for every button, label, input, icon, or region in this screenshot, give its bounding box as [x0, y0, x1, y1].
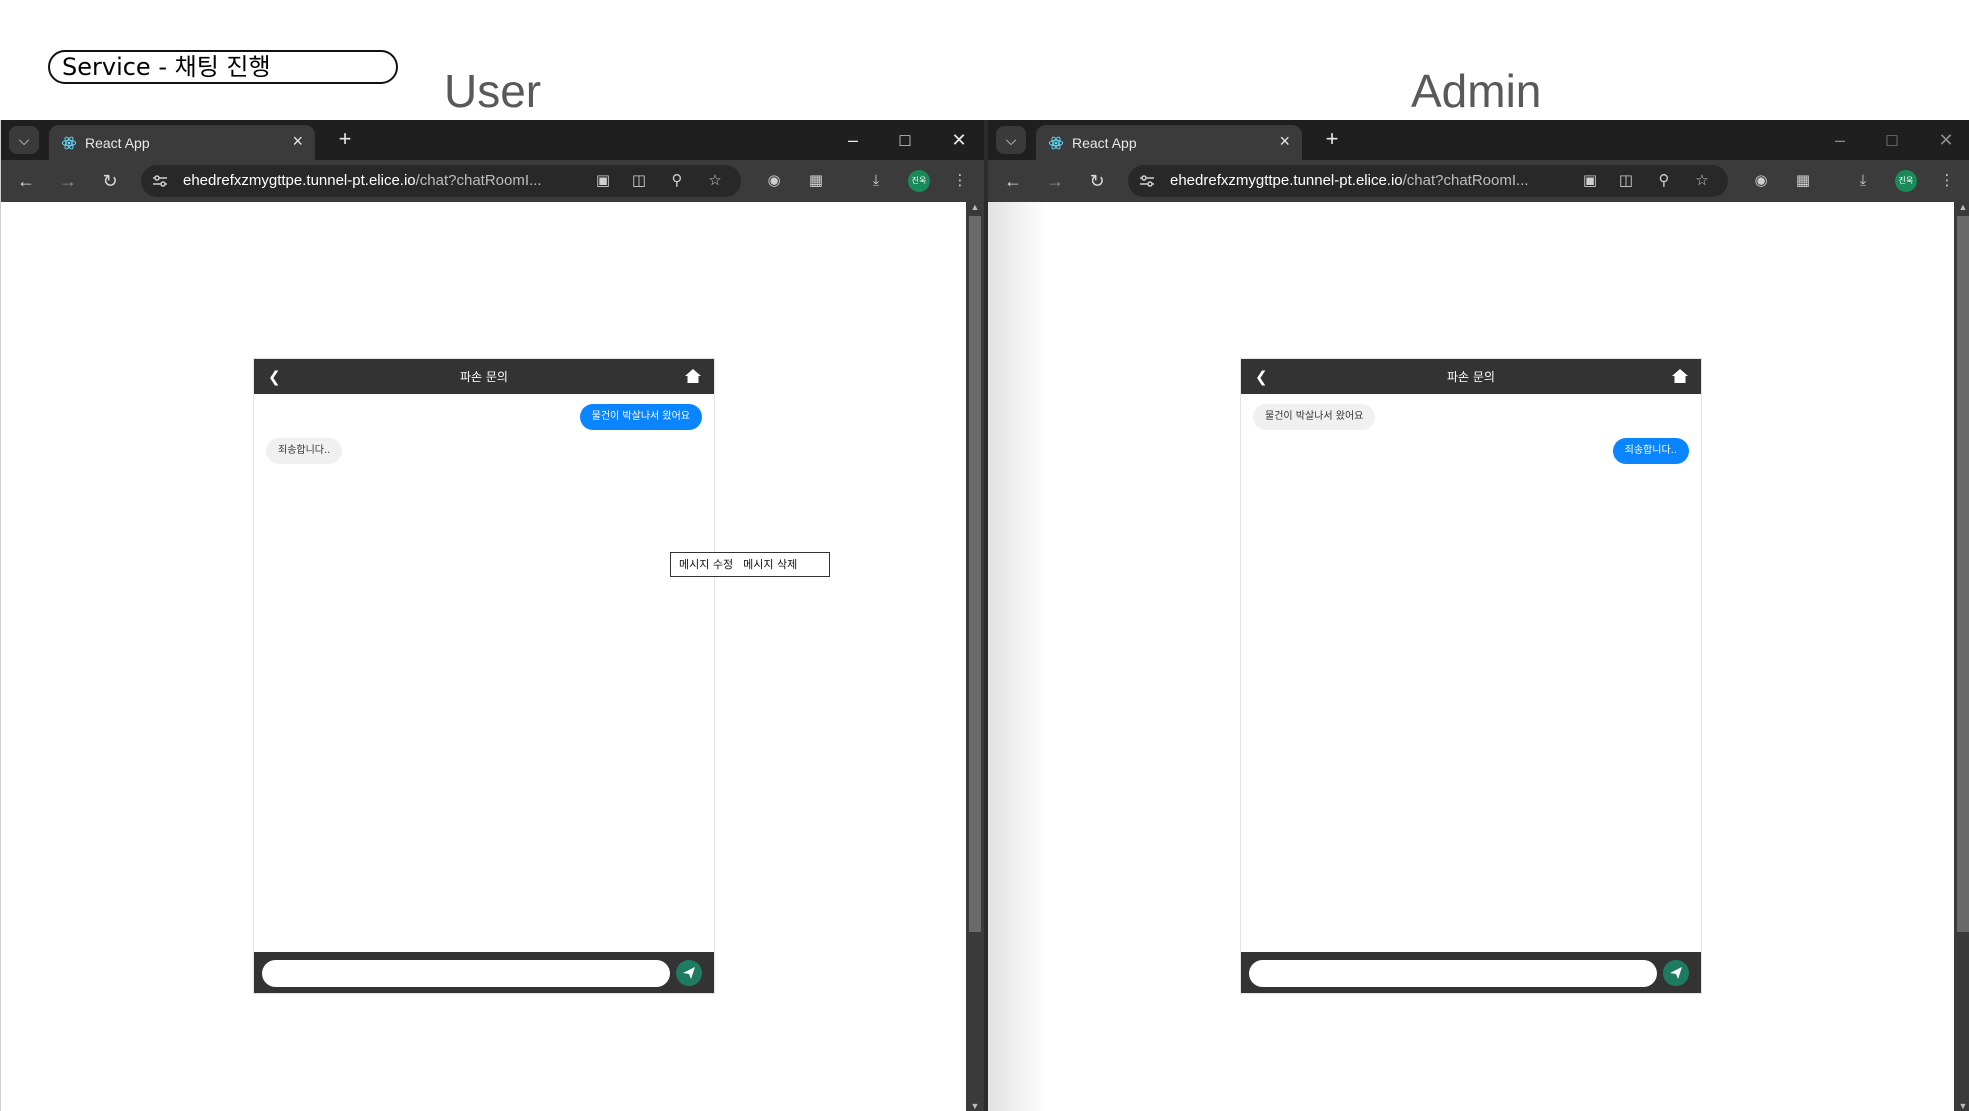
reload-icon[interactable]: ↻ — [97, 168, 123, 194]
chat-header: ❮ 파손 문의 — [254, 359, 714, 394]
extension-globe-icon[interactable]: ◉ — [1748, 169, 1774, 193]
service-label: Service - 채팅 진행 — [48, 50, 398, 84]
browser-toolbar: ← → ↻ ehedrefxzmygttpe.tunnel-pt.elice.i… — [1, 160, 984, 202]
maximize-icon[interactable]: □ — [1870, 126, 1914, 154]
tab-strip: ⌵ React App × + – □ ✕ — [988, 120, 1969, 160]
tab-search-dropdown-icon[interactable]: ⌵ — [996, 126, 1026, 154]
chat-message[interactable]: 죄송합니다.. — [1612, 438, 1689, 464]
browser-menu-icon[interactable]: ⋮ — [1934, 169, 1960, 193]
scroll-down-icon[interactable]: ▼ — [1954, 1101, 1969, 1111]
home-icon[interactable] — [684, 367, 702, 385]
extensions-puzzle-icon[interactable]: ▦ — [1790, 169, 1816, 193]
home-icon[interactable] — [1671, 367, 1689, 385]
scroll-down-icon[interactable]: ▼ — [966, 1101, 984, 1111]
scroll-up-icon[interactable]: ▲ — [966, 202, 984, 212]
scroll-thumb[interactable] — [969, 216, 981, 932]
chat-header: ❮ 파손 문의 — [1241, 359, 1701, 394]
page-scrollbar[interactable]: ▲ ▼ — [966, 202, 984, 1111]
close-tab-icon[interactable]: × — [292, 131, 303, 152]
minimize-icon[interactable]: – — [831, 126, 875, 154]
chat-room: ❮ 파손 문의 물건이 박살나서 왔어요 죄송합니다.. — [253, 358, 715, 994]
url-path: /chat?chatRoomI... — [415, 172, 542, 189]
downloads-icon[interactable]: ⤓ — [863, 169, 889, 193]
scroll-thumb[interactable] — [1957, 216, 1969, 932]
browser-tab[interactable]: React App × — [1036, 125, 1302, 160]
send-icon[interactable] — [1663, 960, 1689, 986]
react-logo-icon — [61, 136, 77, 150]
user-column-title: User — [444, 65, 542, 117]
reload-icon[interactable]: ↻ — [1084, 168, 1110, 194]
install-app-icon[interactable]: ▣ — [591, 170, 615, 192]
chat-message[interactable]: 물건이 박살나서 왔어요 — [579, 404, 702, 430]
forward-arrow-icon[interactable]: → — [55, 168, 81, 194]
window-shadow — [988, 202, 1048, 1111]
extension-globe-icon[interactable]: ◉ — [761, 169, 787, 193]
browser-tab[interactable]: React App × — [49, 125, 315, 160]
close-window-icon[interactable]: ✕ — [937, 126, 981, 154]
minimize-icon[interactable]: – — [1818, 126, 1862, 154]
react-logo-icon — [1048, 136, 1064, 150]
scroll-up-icon[interactable]: ▲ — [1954, 202, 1969, 212]
site-settings-icon[interactable] — [151, 172, 169, 190]
profile-avatar[interactable]: 진욱 — [1895, 170, 1917, 192]
new-tab-icon[interactable]: + — [331, 126, 359, 152]
new-tab-icon[interactable]: + — [1318, 126, 1346, 152]
zoom-icon[interactable]: ⚲ — [665, 170, 689, 192]
bookmark-star-icon[interactable]: ☆ — [703, 170, 727, 192]
chat-title: 파손 문의 — [1447, 370, 1495, 384]
profile-avatar[interactable]: 진욱 — [908, 170, 930, 192]
message-composer — [1241, 952, 1701, 993]
url-text: ehedrefxzmygttpe.tunnel-pt.elice.io/chat… — [183, 172, 542, 189]
user-browser-window: ⌵ React App × + – □ ✕ ← → ↻ ehedrefxzmyg… — [0, 120, 984, 1111]
tab-strip: ⌵ React App × + – □ ✕ — [1, 120, 984, 160]
page-scrollbar[interactable]: ▲ ▼ — [1954, 202, 1969, 1111]
browser-menu-icon[interactable]: ⋮ — [947, 169, 973, 193]
message-composer — [254, 952, 714, 993]
url-host: ehedrefxzmygttpe.tunnel-pt.elice.io — [183, 172, 416, 189]
chat-message[interactable]: 죄송합니다.. — [266, 438, 343, 464]
tab-title: React App — [1072, 135, 1137, 151]
extensions-puzzle-icon[interactable]: ▦ — [803, 169, 829, 193]
url-text: ehedrefxzmygttpe.tunnel-pt.elice.io/chat… — [1170, 172, 1529, 189]
message-input[interactable] — [1249, 960, 1657, 987]
back-arrow-icon[interactable]: ← — [13, 168, 39, 194]
stage: Service - 채팅 진행 User Admin ⌵ React App ×… — [0, 0, 1969, 1111]
back-arrow-icon[interactable]: ← — [1000, 168, 1026, 194]
close-tab-icon[interactable]: × — [1279, 131, 1290, 152]
message-context-menu: 메시지 수정 메시지 삭제 — [670, 552, 830, 577]
site-settings-icon[interactable] — [1138, 172, 1156, 190]
bookmark-star-icon[interactable]: ☆ — [1690, 170, 1714, 192]
translate-icon[interactable]: ◫ — [627, 170, 651, 192]
close-window-icon[interactable]: ✕ — [1924, 126, 1968, 154]
translate-icon[interactable]: ◫ — [1614, 170, 1638, 192]
chat-title: 파손 문의 — [460, 370, 508, 384]
url-path: /chat?chatRoomI... — [1402, 172, 1529, 189]
zoom-icon[interactable]: ⚲ — [1652, 170, 1676, 192]
send-icon[interactable] — [676, 960, 702, 986]
chat-message[interactable]: 물건이 박살나서 왔어요 — [1253, 404, 1376, 430]
url-host: ehedrefxzmygttpe.tunnel-pt.elice.io — [1170, 172, 1403, 189]
downloads-icon[interactable]: ⤓ — [1850, 169, 1876, 193]
tab-search-dropdown-icon[interactable]: ⌵ — [9, 126, 39, 154]
install-app-icon[interactable]: ▣ — [1578, 170, 1602, 192]
message-input[interactable] — [262, 960, 670, 987]
chat-room: ❮ 파손 문의 물건이 박살나서 왔어요 죄송합니다.. — [1240, 358, 1702, 994]
maximize-icon[interactable]: □ — [883, 126, 927, 154]
delete-message-option[interactable]: 메시지 삭제 — [743, 558, 797, 571]
address-bar[interactable]: ehedrefxzmygttpe.tunnel-pt.elice.io/chat… — [1128, 165, 1728, 197]
browser-toolbar: ← → ↻ ehedrefxzmygttpe.tunnel-pt.elice.i… — [988, 160, 1969, 202]
address-bar[interactable]: ehedrefxzmygttpe.tunnel-pt.elice.io/chat… — [141, 165, 741, 197]
forward-arrow-icon[interactable]: → — [1042, 168, 1068, 194]
tab-title: React App — [85, 135, 150, 151]
admin-browser-window: ⌵ React App × + – □ ✕ ← → ↻ ehedrefxzmyg… — [988, 120, 1969, 1111]
edit-message-option[interactable]: 메시지 수정 — [679, 558, 733, 571]
admin-column-title: Admin — [1411, 65, 1542, 117]
